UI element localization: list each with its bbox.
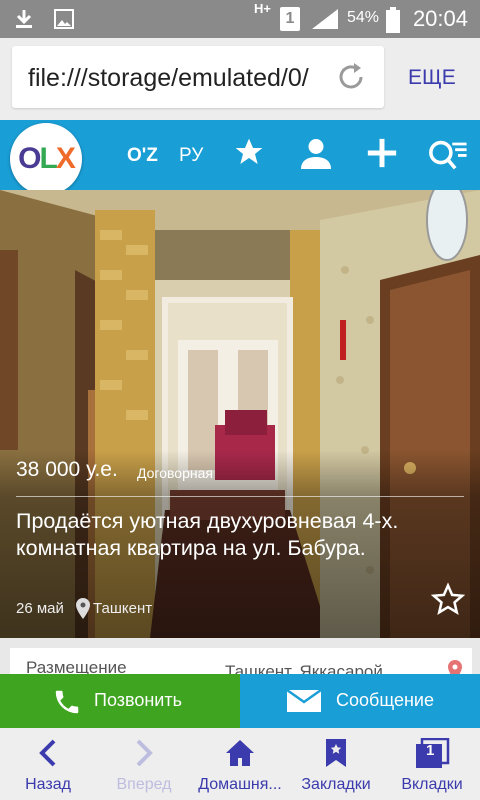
favorite-star-icon[interactable] [431,582,465,616]
signal-icon [312,9,338,29]
image-icon [54,9,74,29]
message-button[interactable]: Сообщение [240,674,480,728]
call-button[interactable]: Позвонить [0,674,240,728]
phone-icon [55,690,79,714]
nav-home-label: Домашня... [198,776,282,793]
message-button-label: Сообщение [336,690,434,710]
add-icon[interactable] [365,136,399,170]
listing-city: Ташкент [93,600,153,617]
browser-bottom-nav: Назад Вперед Домашня... Закладки 1 Вклад… [0,728,480,800]
more-menu-button[interactable]: ЕЩЕ [408,66,456,90]
address-bar[interactable]: file:///storage/emulated/0/ [12,46,384,108]
browser-toolbar: file:///storage/emulated/0/ ЕЩЕ [0,38,480,120]
forward-arrow-icon [136,739,153,767]
listing-meta: 26 май Ташкент [16,598,152,619]
listing-title: Продаётся уютная двухуровневая 4-х. комн… [16,509,399,560]
tab-count: 1 [426,742,435,759]
download-icon [16,10,32,28]
listing-card[interactable]: 38 000 у.е. Договорная Продаётся уютная … [0,190,480,638]
lang-ru-button[interactable]: РУ [179,145,203,167]
sim-slot: 1 [280,7,300,31]
nav-back[interactable]: Назад [0,728,96,800]
nav-back-label: Назад [25,776,71,793]
listing-divider [16,496,464,497]
olx-logo[interactable]: OLX [10,123,82,195]
star-icon[interactable] [233,136,265,168]
nav-home[interactable]: Домашня... [192,728,288,800]
envelope-icon [286,688,322,712]
nav-bookmarks-label: Закладки [301,776,371,793]
nav-bookmarks[interactable]: Закладки [288,728,384,800]
home-icon [226,740,254,766]
url-text[interactable]: file:///storage/emulated/0/ [28,64,318,93]
battery-percent: 54% [347,9,380,26]
search-filter-icon[interactable] [428,136,468,172]
listing-date: 26 май [16,600,64,617]
nav-tabs[interactable]: 1 Вкладки [384,728,480,800]
network-type: H+ [254,1,271,16]
info-section: Размещение Ташкент, Яккасарой... [0,638,480,688]
location-pin-icon [76,598,90,619]
site-header: OLX O'Z РУ [0,120,480,195]
bookmark-icon [326,739,346,767]
status-bar: H+ 1 54% 20:04 [0,0,480,38]
nav-forward[interactable]: Вперед [96,728,192,800]
nav-forward-label: Вперед [116,776,172,793]
call-button-label: Позвонить [94,690,182,710]
lang-uz-button[interactable]: O'Z [127,145,158,167]
listing-price: 38 000 у.е. [16,458,118,481]
user-icon[interactable] [298,136,334,172]
nav-tabs-label: Вкладки [401,776,463,793]
price-negotiable: Договорная [137,465,213,481]
clock: 20:04 [412,6,468,31]
back-arrow-icon [39,739,56,767]
battery-icon [386,7,400,33]
reload-icon[interactable] [334,60,368,94]
